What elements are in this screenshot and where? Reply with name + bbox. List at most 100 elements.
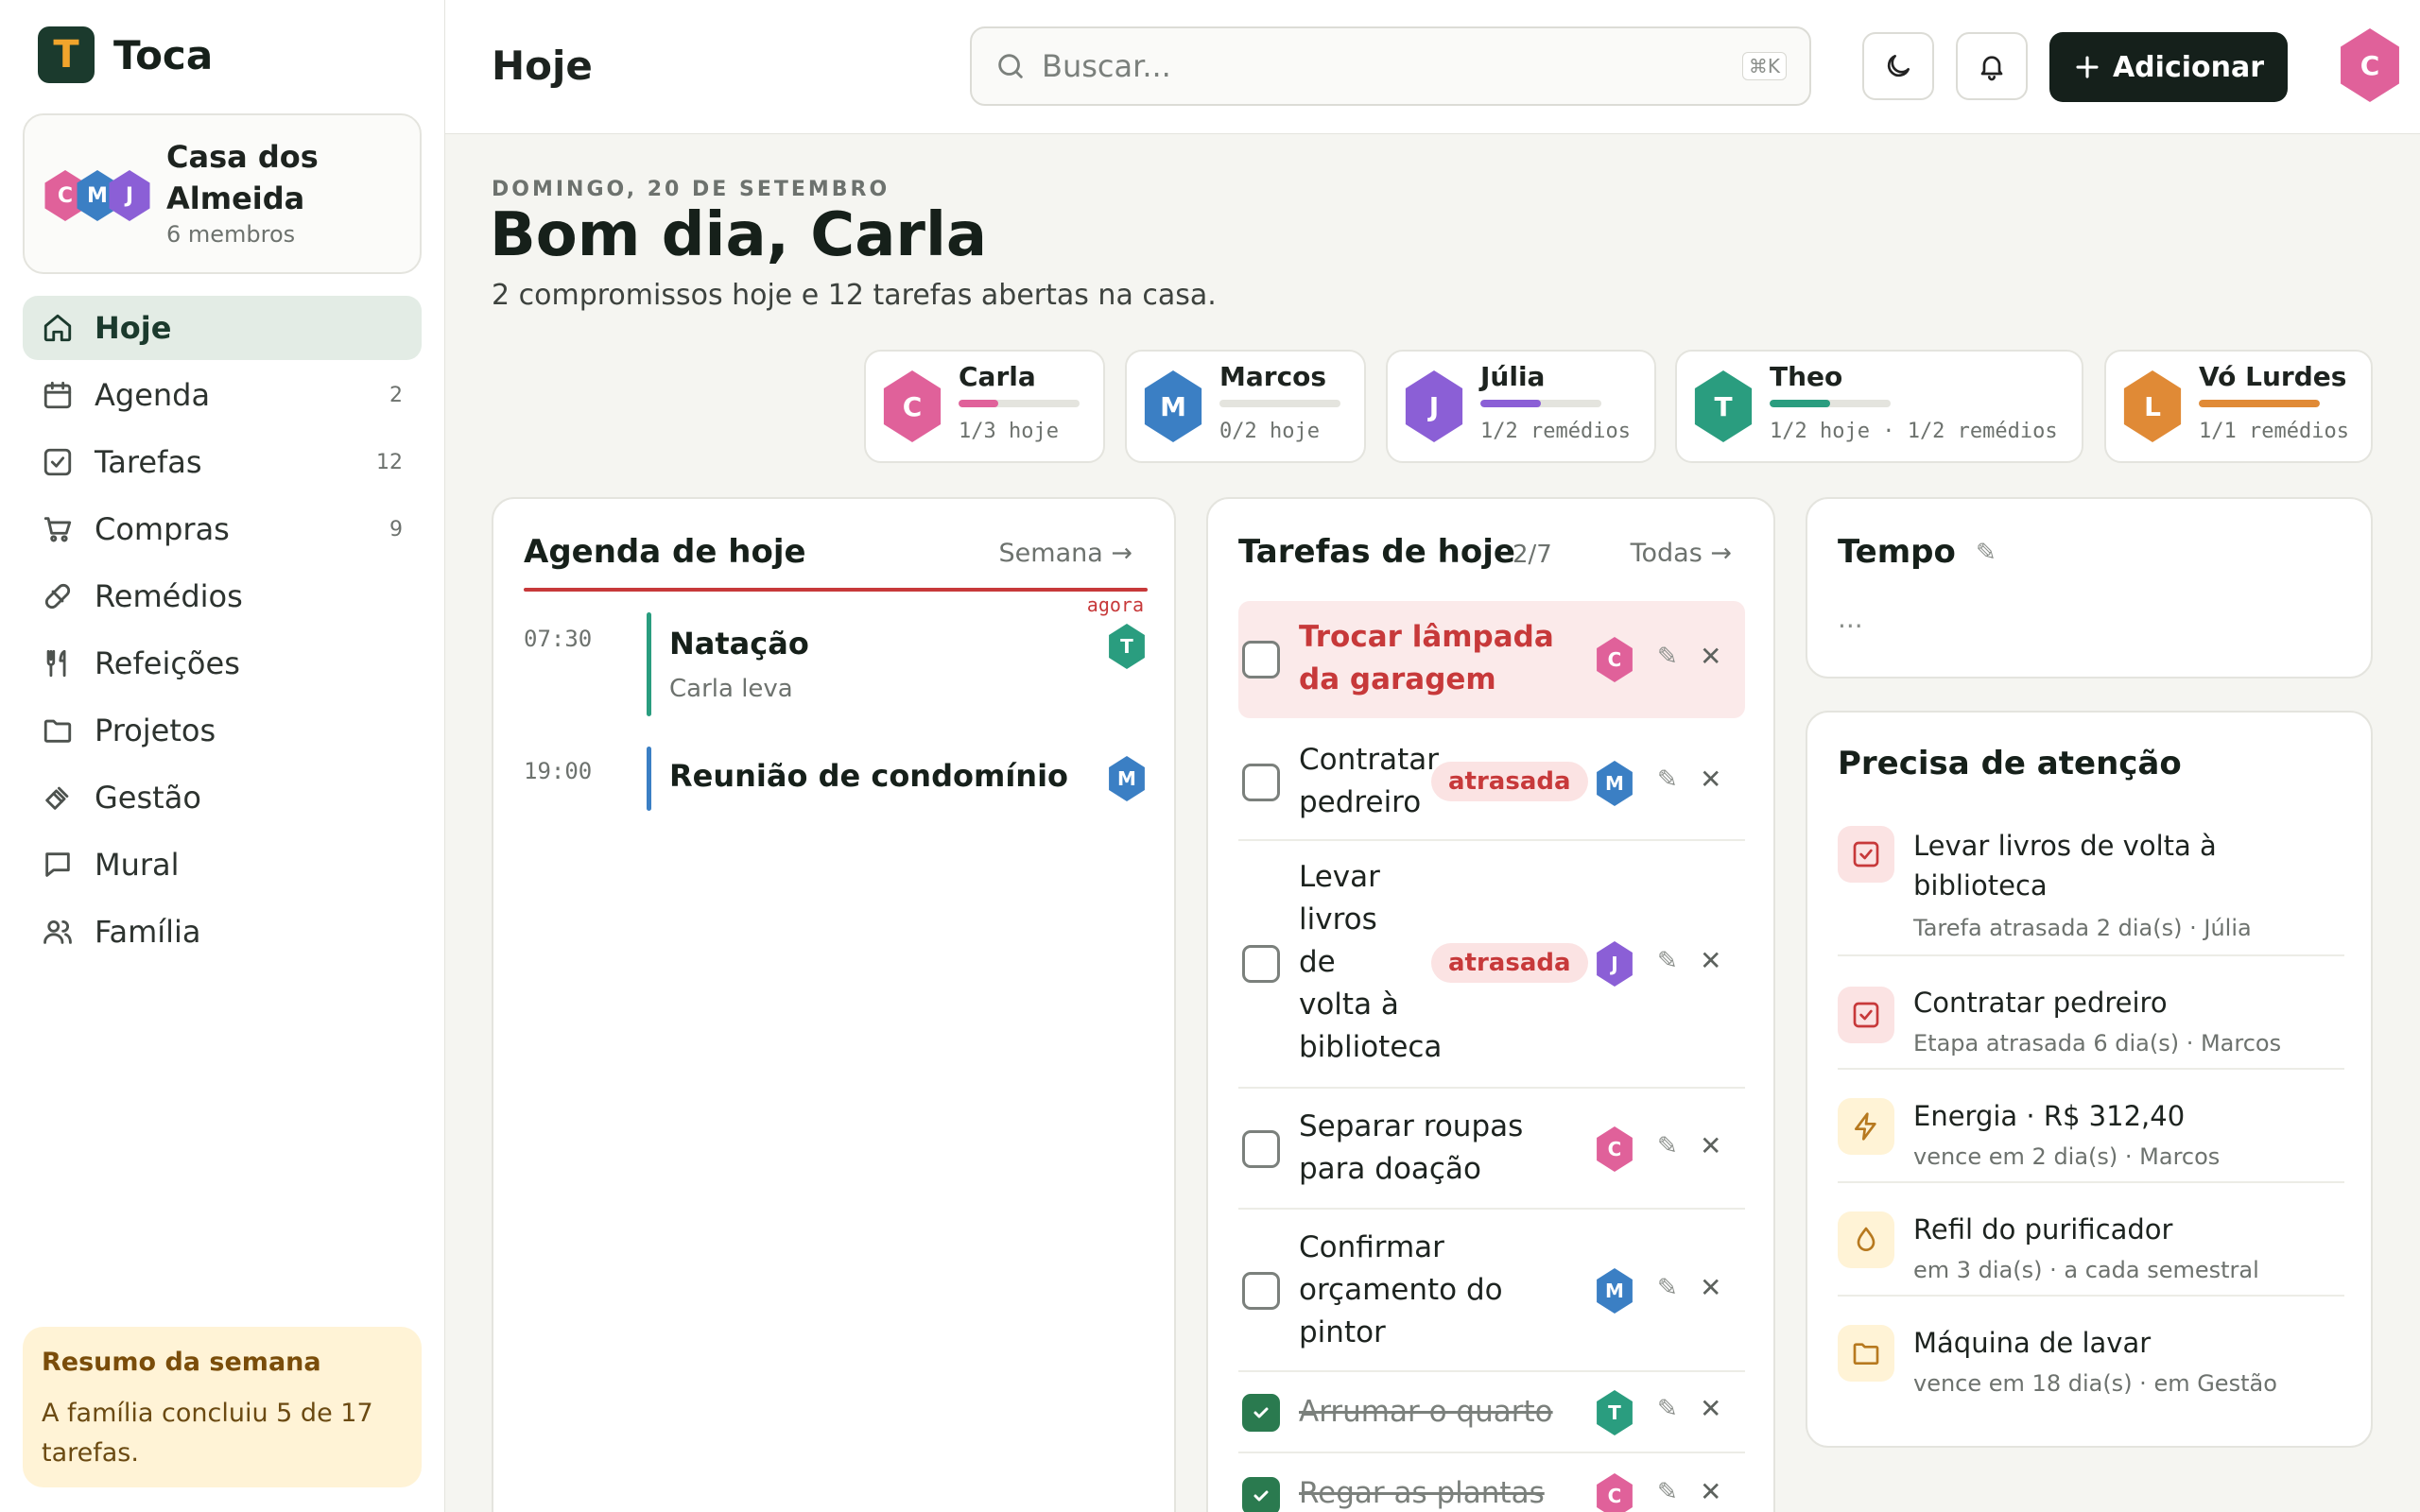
sidebar-item-label: Compras [95,511,230,547]
sidebar-item-projetos[interactable]: Projetos [23,698,422,763]
search-input[interactable] [1042,48,1742,84]
weather-card: Tempo ✎ ... [1806,497,2373,679]
task-checkbox[interactable] [1242,1394,1280,1432]
task-item[interactable]: Confirmar orçamento do pintor M ✎ ✕ [1238,1210,1745,1372]
task-item[interactable]: Contratar pedreiro atrasada M ✎ ✕ [1238,726,1745,841]
sidebar-item-compras[interactable]: Compras 9 [23,497,422,561]
member-progress [1770,400,1891,407]
household-switcher[interactable]: C M J Casa dos Almeida 6 membros [23,113,422,274]
sidebar-item-count: 12 [376,450,403,474]
weekly-summary-text: A família concluiu 5 de 17 tarefas. [42,1399,373,1468]
add-button[interactable]: Adicionar [2049,32,2288,102]
task-item[interactable]: Arrumar o quarto T ✎ ✕ [1238,1372,1745,1453]
edit-icon[interactable]: ✎ [1657,1274,1678,1302]
moon-icon [1887,55,1910,77]
member-card-julia[interactable]: J Júlia 1/2 remédios [1386,350,1656,463]
check-icon [1253,1490,1269,1502]
attention-item[interactable]: Levar livros de volta à biblioteca Taref… [1838,826,2344,956]
sidebar-item-remedios[interactable]: Remédios [23,564,422,628]
close-icon[interactable]: ✕ [1700,641,1721,672]
agenda-card: Agenda de hoje Semana → agora 07:30 Nata… [492,497,1176,1512]
sidebar-item-tarefas[interactable]: Tarefas 12 [23,430,422,494]
household-members: 6 membros [166,221,296,248]
task-text: Confirmar orçamento do pintor [1299,1230,1503,1349]
checkbox-icon [43,448,72,476]
search-box[interactable]: ⌘K [970,26,1811,106]
member-progress [1480,400,1601,407]
event-title: Reunião de condomínio [669,758,1069,794]
task-checkbox[interactable] [1242,1272,1280,1310]
task-checkbox[interactable] [1242,945,1280,983]
cart-icon [43,517,72,542]
sidebar-item-hoje[interactable]: Hoje [23,296,422,360]
theme-toggle-button[interactable] [1862,32,1934,100]
sidebar-item-refeicoes[interactable]: Refeições [23,631,422,696]
edit-icon[interactable]: ✎ [1657,643,1678,671]
utensils-icon [46,649,66,678]
overdue-badge: atrasada [1431,762,1588,801]
avatar: M [1144,370,1202,442]
member-name: Carla [959,361,1036,392]
agenda-week-link[interactable]: Semana → [999,539,1132,568]
notifications-button[interactable] [1956,32,2028,100]
attention-icon [1838,1098,1894,1155]
search-shortcut: ⌘K [1741,52,1787,80]
date-label: DOMINGO, 20 DE SETEMBRO [492,178,890,201]
avatar: T [1109,624,1145,669]
edit-icon[interactable]: ✎ [1657,1395,1678,1423]
weekly-summary: Resumo da semana A família concluiu 5 de… [23,1327,422,1487]
avatar: C [1597,1126,1633,1172]
avatar: M [1597,761,1633,806]
attention-item[interactable]: Refil do purificador em 3 dia(s) · a cad… [1838,1204,2344,1297]
task-item[interactable]: Trocar lâmpada da garagem C ✎ ✕ [1238,601,1745,718]
attention-item-subtitle: em 3 dia(s) · a cada semestral [1913,1257,2259,1283]
task-item[interactable]: Regar as plantas C ✎ ✕ [1238,1453,1745,1512]
tasks-title: Tarefas de hoje [1238,533,1515,571]
greeting-subtitle: 2 compromissos hoje e 12 tarefas abertas… [492,279,1217,312]
task-checkbox[interactable] [1242,1130,1280,1168]
sidebar-item-agenda[interactable]: Agenda 2 [23,363,422,427]
sidebar-item-familia[interactable]: Família [23,900,422,964]
member-card-theo[interactable]: T Theo 1/2 hoje · 1/2 remédios [1675,350,2083,463]
edit-icon[interactable]: ✎ [1657,1132,1678,1160]
tasks-all-link[interactable]: Todas → [1631,539,1732,568]
task-checkbox[interactable] [1242,641,1280,679]
attention-icon [1838,987,1894,1043]
agenda-event[interactable]: 07:30 Natação Carla leva T [524,612,1148,716]
task-item[interactable]: Separar roupas para doação C ✎ ✕ [1238,1089,1745,1210]
close-icon[interactable]: ✕ [1700,945,1721,976]
attention-item[interactable]: Contratar pedreiro Etapa atrasada 6 dia(… [1838,977,2344,1070]
task-text: Trocar lâmpada da garagem [1299,620,1554,696]
member-card-carla[interactable]: C Carla 1/3 hoje [864,350,1105,463]
sidebar: T Toca C M J Casa dos Almeida 6 membros … [0,0,445,1512]
edit-icon[interactable]: ✎ [1657,947,1678,975]
close-icon[interactable]: ✕ [1700,1272,1721,1303]
attention-item-subtitle: Etapa atrasada 6 dia(s) · Marcos [1913,1030,2282,1057]
edit-icon[interactable]: ✎ [1657,765,1678,794]
sidebar-item-mural[interactable]: Mural [23,833,422,897]
edit-icon[interactable]: ✎ [1657,1478,1678,1506]
avatar: L [2123,370,2182,442]
agenda-event[interactable]: 19:00 Reunião de condomínio M [524,747,1148,811]
member-card-vo-lurdes[interactable]: L Vó Lurdes 1/1 remédios [2104,350,2373,463]
task-checkbox[interactable] [1242,764,1280,801]
member-card-marcos[interactable]: M Marcos 0/2 hoje [1125,350,1366,463]
task-item[interactable]: Levar livros de volta à biblioteca atras… [1238,841,1745,1089]
weather-value: ... [1838,603,1863,634]
close-icon[interactable]: ✕ [1700,1476,1721,1507]
sidebar-item-gestao[interactable]: Gestão [23,765,422,830]
close-icon[interactable]: ✕ [1700,764,1721,795]
user-avatar[interactable]: C [2341,28,2399,102]
event-color-bar [647,747,651,811]
attention-item[interactable]: Energia · R$ 312,40 vence em 2 dia(s) · … [1838,1091,2344,1183]
main-nav: Hoje Agenda 2 Tarefas 12 Compras 9 Reméd… [23,296,422,967]
bolt-icon [1855,1112,1876,1141]
household-avatars: C M J [42,170,155,223]
close-icon[interactable]: ✕ [1700,1130,1721,1161]
attention-item[interactable]: Máquina de lavar vence em 18 dia(s) · em… [1838,1317,2344,1410]
avatar: J [1597,941,1633,987]
close-icon[interactable]: ✕ [1700,1393,1721,1424]
edit-icon[interactable]: ✎ [1976,539,1996,567]
brand[interactable]: T Toca [38,26,213,83]
task-checkbox[interactable] [1242,1477,1280,1512]
